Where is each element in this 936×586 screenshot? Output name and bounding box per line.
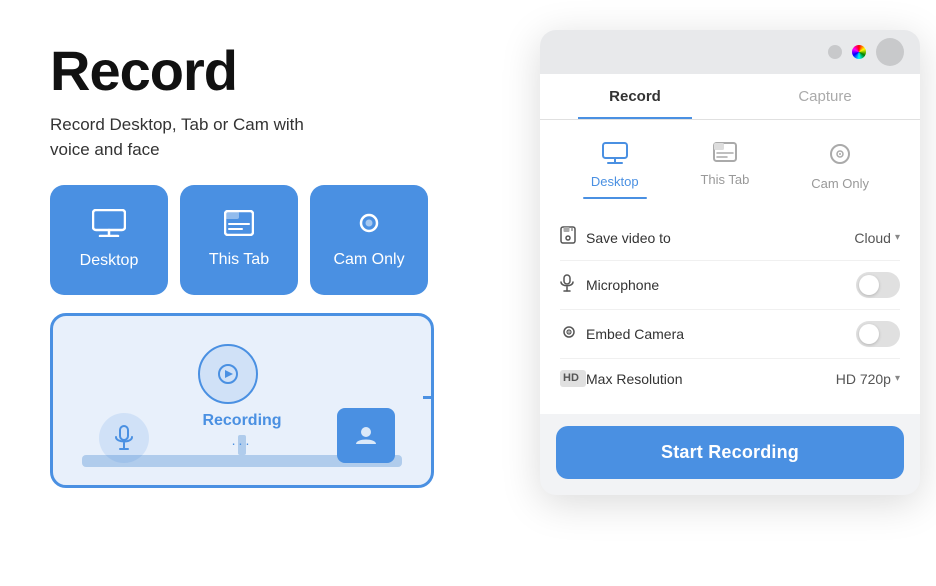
mode-cam-only-icon xyxy=(828,142,852,170)
desktop-icon xyxy=(92,209,126,242)
embed-camera-row: Embed Camera xyxy=(560,310,900,359)
save-video-icon xyxy=(560,226,586,249)
this-tab-icon xyxy=(224,210,254,241)
max-resolution-row: HD Max Resolution HD 720p ▾ xyxy=(560,359,900,398)
page-title: Record xyxy=(50,40,510,102)
connector-arrow xyxy=(423,386,434,415)
this-tab-button[interactable]: This Tab xyxy=(180,185,298,295)
recording-icon xyxy=(198,344,258,404)
save-video-value[interactable]: Cloud ▾ xyxy=(854,230,900,246)
mode-this-tab-icon xyxy=(713,142,737,166)
microphone-row: Microphone xyxy=(560,261,900,310)
chrome-logo-icon xyxy=(852,45,866,59)
mode-desktop-label: Desktop xyxy=(591,174,639,189)
max-resolution-icon: HD xyxy=(560,370,586,387)
desktop-button[interactable]: Desktop xyxy=(50,185,168,295)
embed-camera-icon xyxy=(560,324,586,345)
this-tab-button-label: This Tab xyxy=(209,251,269,269)
mode-this-tab[interactable]: This Tab xyxy=(684,136,765,197)
tab-capture[interactable]: Capture xyxy=(730,74,920,119)
preview-box: Recording ... xyxy=(50,313,434,488)
left-panel: Record Record Desktop, Tab or Cam with v… xyxy=(50,40,510,488)
microphone-icon xyxy=(560,274,586,297)
cam-thumbnail xyxy=(337,408,395,463)
mode-cam-only-label: Cam Only xyxy=(811,176,869,191)
chrome-avatar xyxy=(876,38,904,66)
embed-camera-toggle[interactable] xyxy=(856,321,900,347)
mode-this-tab-label: This Tab xyxy=(700,172,749,187)
recording-dots: ... xyxy=(232,432,253,448)
max-resolution-label: Max Resolution xyxy=(586,371,836,387)
embed-camera-label: Embed Camera xyxy=(586,326,856,342)
save-video-row: Save video to Cloud ▾ xyxy=(560,215,900,261)
mic-indicator xyxy=(99,413,149,463)
mode-cam-only[interactable]: Cam Only xyxy=(795,136,885,197)
mode-desktop[interactable]: Desktop xyxy=(575,136,655,197)
settings-area: Save video to Cloud ▾ xyxy=(540,205,920,414)
microphone-toggle[interactable] xyxy=(856,272,900,298)
desktop-button-label: Desktop xyxy=(80,252,139,270)
plugin-window: Record Capture Desktop xyxy=(540,30,920,495)
browser-chrome xyxy=(540,30,920,74)
cam-only-icon xyxy=(353,210,385,241)
mode-selector: Desktop This Tab xyxy=(540,120,920,205)
mode-desktop-icon xyxy=(602,142,628,168)
option-buttons-group: Desktop This Tab xyxy=(50,185,510,295)
cam-only-button-label: Cam Only xyxy=(333,251,404,269)
right-panel: Record Capture Desktop xyxy=(540,30,920,495)
max-resolution-dropdown-arrow: ▾ xyxy=(895,373,900,384)
microphone-label: Microphone xyxy=(586,277,856,293)
tab-record[interactable]: Record xyxy=(540,74,730,119)
page-subtitle: Record Desktop, Tab or Cam with voice an… xyxy=(50,112,510,163)
save-video-dropdown-arrow: ▾ xyxy=(895,232,900,243)
max-resolution-value[interactable]: HD 720p ▾ xyxy=(836,371,900,387)
save-video-label: Save video to xyxy=(586,230,854,246)
cam-only-button[interactable]: Cam Only xyxy=(310,185,428,295)
recording-label: Recording xyxy=(202,412,281,430)
chrome-dot-1 xyxy=(828,45,842,59)
start-recording-button[interactable]: Start Recording xyxy=(556,426,904,479)
plugin-tab-bar: Record Capture xyxy=(540,74,920,120)
